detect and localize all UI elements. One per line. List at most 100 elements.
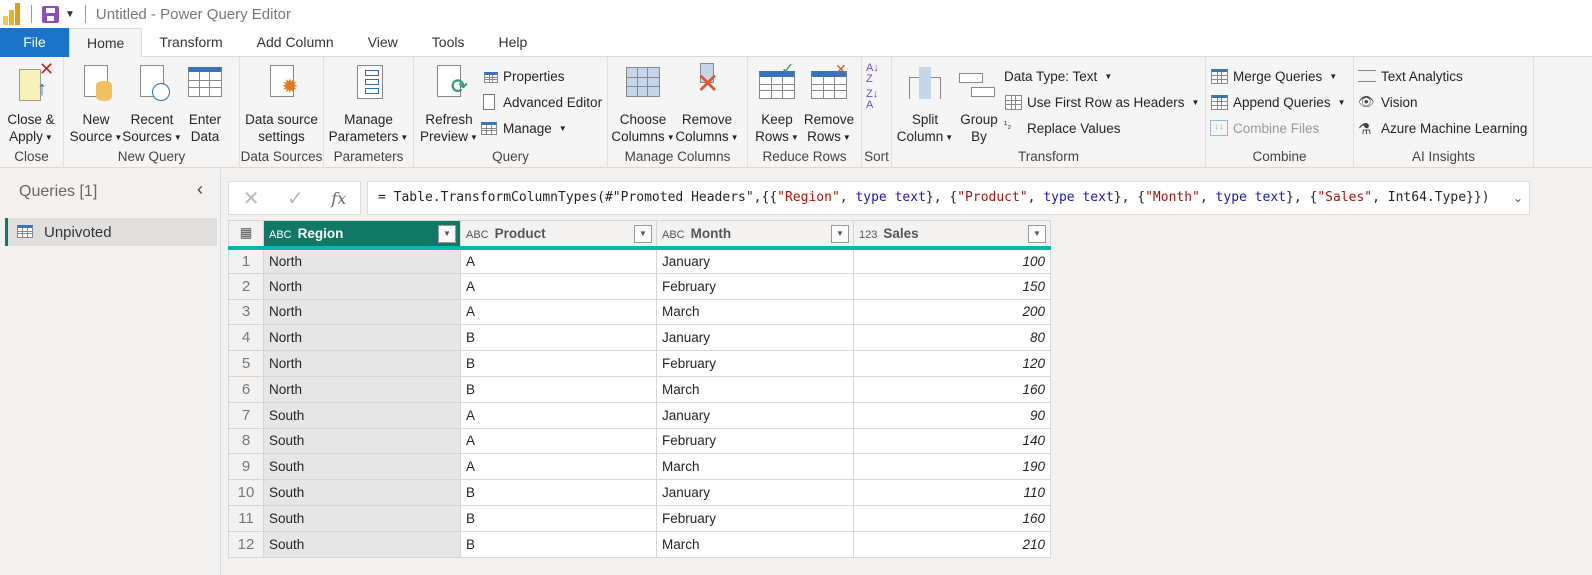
row-number[interactable]: 7 (228, 401, 264, 429)
replace-values-button[interactable]: ¹₂ Replace Values (1004, 115, 1199, 141)
cell-sales[interactable]: 150 (853, 272, 1051, 300)
cell-month[interactable]: March (656, 298, 854, 326)
cell-sales[interactable]: 160 (853, 375, 1051, 403)
row-number[interactable]: 2 (228, 272, 264, 300)
row-number[interactable]: 3 (228, 298, 264, 326)
cell-region[interactable]: South (263, 401, 461, 429)
row-number[interactable]: 10 (228, 479, 264, 506)
combine-files-button[interactable]: ↓↓ Combine Files (1210, 115, 1346, 141)
cell-sales[interactable]: 160 (853, 504, 1051, 532)
cell-month[interactable]: January (656, 479, 854, 506)
row-number[interactable]: 11 (228, 504, 264, 532)
cell-product[interactable]: A (460, 427, 657, 455)
merge-queries-button[interactable]: Merge Queries ▼ (1210, 63, 1346, 89)
cell-product[interactable]: A (460, 453, 657, 481)
sort-ascending-icon[interactable]: A↓ Z (866, 63, 879, 89)
cell-month[interactable]: February (656, 350, 854, 377)
tab-home[interactable]: Home (69, 28, 143, 58)
row-number[interactable]: 6 (228, 375, 264, 403)
filter-dropdown-icon[interactable]: ▼ (1028, 225, 1046, 243)
sort-descending-icon[interactable]: Z↓ A (866, 89, 879, 115)
cell-region[interactable]: South (263, 453, 461, 481)
tab-file[interactable]: File (0, 28, 69, 57)
cell-product[interactable]: B (460, 375, 657, 403)
quick-access-dropdown-icon[interactable]: ▼ (65, 9, 75, 20)
cell-sales[interactable]: 80 (853, 324, 1051, 352)
commit-formula-icon[interactable]: ✓ (287, 186, 304, 211)
filter-dropdown-icon[interactable]: ▼ (438, 225, 456, 243)
cell-sales[interactable]: 200 (853, 298, 1051, 326)
cell-region[interactable]: North (263, 247, 461, 274)
cell-product[interactable]: A (460, 272, 657, 300)
vision-button[interactable]: 👁 Vision (1358, 89, 1527, 115)
column-header-region[interactable]: ABC Region ▼ (263, 220, 461, 250)
row-number[interactable]: 9 (228, 453, 264, 481)
cell-product[interactable]: A (460, 401, 657, 429)
column-header-month[interactable]: ABC Month ▼ (656, 220, 854, 250)
cell-sales[interactable]: 210 (853, 530, 1051, 558)
tab-view[interactable]: View (351, 28, 415, 57)
text-analytics-button[interactable]: Text Analytics (1358, 63, 1527, 89)
filter-dropdown-icon[interactable]: ▼ (634, 225, 652, 243)
cell-sales[interactable]: 120 (853, 350, 1051, 377)
cell-sales[interactable]: 110 (853, 479, 1051, 506)
cell-product[interactable]: B (460, 350, 657, 377)
row-number[interactable]: 12 (228, 530, 264, 558)
cell-month[interactable]: February (656, 427, 854, 455)
cell-product[interactable]: A (460, 247, 657, 274)
cell-month[interactable]: March (656, 530, 854, 558)
cell-month[interactable]: February (656, 272, 854, 300)
cell-month[interactable]: January (656, 401, 854, 429)
cell-region[interactable]: North (263, 324, 461, 352)
properties-button[interactable]: Properties (480, 63, 602, 89)
cell-region[interactable]: North (263, 298, 461, 326)
save-icon[interactable] (42, 5, 59, 23)
cell-region[interactable]: North (263, 272, 461, 300)
cell-region[interactable]: South (263, 530, 461, 558)
formula-input[interactable]: = Table.TransformColumnTypes(#"Promoted … (367, 181, 1530, 215)
cell-product[interactable]: B (460, 479, 657, 506)
cell-region[interactable]: North (263, 350, 461, 377)
fx-icon[interactable]: fx (331, 189, 346, 208)
manage-button[interactable]: Manage ▼ (480, 115, 602, 141)
row-number[interactable]: 1 (228, 247, 264, 274)
table-menu-icon[interactable]: ▦ (228, 220, 264, 250)
query-item-unpivoted[interactable]: Unpivoted (5, 218, 217, 246)
cell-product[interactable]: B (460, 504, 657, 532)
data-type-dropdown[interactable]: Data Type: Text ▼ (1004, 63, 1199, 89)
tab-help[interactable]: Help (481, 28, 544, 57)
column-header-sales[interactable]: 123 Sales ▼ (853, 220, 1051, 250)
azure-ml-button[interactable]: ⚗ Azure Machine Learning (1358, 115, 1527, 141)
cell-sales[interactable]: 140 (853, 427, 1051, 455)
manage-parameters-icon (349, 63, 389, 107)
filter-dropdown-icon[interactable]: ▼ (831, 225, 849, 243)
cell-month[interactable]: March (656, 453, 854, 481)
append-queries-button[interactable]: Append Queries ▼ (1210, 89, 1346, 115)
row-number[interactable]: 5 (228, 350, 264, 377)
advanced-editor-button[interactable]: Advanced Editor (480, 89, 602, 115)
expand-formula-icon[interactable]: ⌄ (1513, 182, 1523, 214)
cell-month[interactable]: January (656, 324, 854, 352)
cell-month[interactable]: January (656, 247, 854, 274)
cell-sales[interactable]: 100 (853, 247, 1051, 274)
cell-region[interactable]: North (263, 375, 461, 403)
cell-month[interactable]: March (656, 375, 854, 403)
row-number[interactable]: 8 (228, 427, 264, 455)
cell-month[interactable]: February (656, 504, 854, 532)
cell-region[interactable]: South (263, 427, 461, 455)
cell-sales[interactable]: 90 (853, 401, 1051, 429)
use-first-row-headers-button[interactable]: Use First Row as Headers ▼ (1004, 89, 1199, 115)
column-header-product[interactable]: ABC Product ▼ (460, 220, 657, 250)
cell-product[interactable]: B (460, 530, 657, 558)
cell-region[interactable]: South (263, 504, 461, 532)
row-number[interactable]: 4 (228, 324, 264, 352)
cell-sales[interactable]: 190 (853, 453, 1051, 481)
tab-transform[interactable]: Transform (142, 28, 239, 57)
cell-product[interactable]: B (460, 324, 657, 352)
cancel-formula-icon[interactable]: ✕ (243, 186, 260, 211)
tab-tools[interactable]: Tools (415, 28, 482, 57)
cell-region[interactable]: South (263, 479, 461, 506)
tab-add-column[interactable]: Add Column (240, 28, 351, 57)
cell-product[interactable]: A (460, 298, 657, 326)
collapse-pane-icon[interactable]: ‹ (197, 179, 203, 200)
